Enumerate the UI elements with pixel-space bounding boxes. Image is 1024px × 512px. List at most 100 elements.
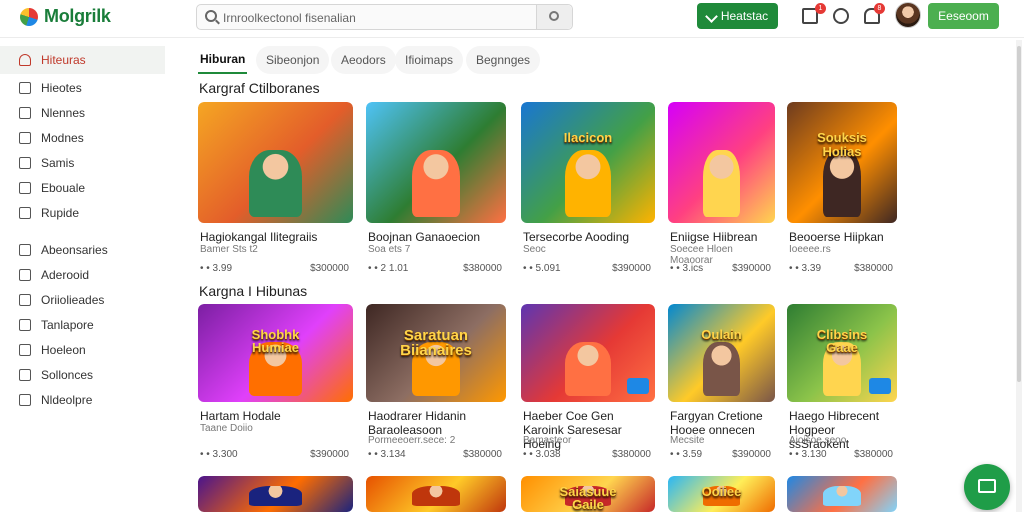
card-thumbnail[interactable] (521, 304, 655, 402)
game-card[interactable]: Clibsins Gaae Haego Hibrecent Hogpeor ssS… (787, 304, 897, 474)
game-card[interactable]: Souksis Holias Beooerse Hiipkan Ioeeee.rs •… (787, 102, 897, 272)
logo-mark-icon (20, 7, 38, 26)
card-thumbnail[interactable] (198, 476, 353, 512)
sidebar-item[interactable]: Ebouale (0, 174, 165, 202)
create-button[interactable]: Heatstac (697, 3, 778, 29)
sidebar-item-label: Oriiolieades (41, 293, 105, 307)
card-rating: • • 3.ics (670, 263, 704, 272)
avatar[interactable] (895, 2, 921, 28)
book-icon (19, 394, 31, 406)
sidebar-item-label: Modnes (41, 131, 84, 145)
card-thumbnail[interactable]: Souksis Holias (787, 102, 897, 223)
search-icon (549, 11, 559, 21)
sidebar-item[interactable]: Oriiolieades (0, 286, 165, 314)
card-art-title: Shobhk Humiae (251, 326, 300, 356)
card-thumbnail[interactable]: Saiasuue Gaile (521, 476, 655, 512)
sidebar-item[interactable]: Sollonces (0, 361, 165, 389)
game-card[interactable]: Saratuan Biianaires Haodrarer Hidanin Bar… (366, 304, 506, 474)
sidebar-item[interactable]: Tanlapore (0, 311, 165, 339)
character-figure (412, 486, 460, 506)
card-thumbnail[interactable]: Oulain (668, 304, 775, 402)
game-card[interactable] (366, 476, 506, 512)
card-art-title: Souksis Holias (817, 130, 867, 159)
game-card[interactable]: Oulain Fargyan Cretione Hooee onnecen Mecs… (668, 304, 775, 474)
card-subtitle: Aioisoe seoo (789, 435, 847, 446)
corner-badge-icon (869, 378, 891, 394)
sidebar-item[interactable]: Modnes (0, 124, 165, 152)
game-card[interactable]: Shobhk Humiae Hartam Hodale Taane Doiio • •… (198, 304, 353, 474)
sidebar-item[interactable]: Samis (0, 149, 165, 177)
logo[interactable]: Molgrilk (20, 6, 111, 27)
sidebar-item-label: Tanlapore (41, 318, 94, 332)
card-subtitle: Bamasteor (523, 435, 572, 446)
card-title[interactable]: Haodrarer Hidanin Baraoleasoon (368, 409, 502, 437)
sidebar-item[interactable]: Abeonsaries (0, 236, 165, 264)
sidebar-item[interactable]: Hieotes (0, 74, 165, 102)
game-card[interactable]: Ooiiee (668, 476, 775, 512)
sidebar-item-label: Samis (41, 156, 75, 170)
card-thumbnail[interactable]: Shobhk Humiae (198, 304, 353, 402)
sidebar-item[interactable]: Hiteuras (0, 46, 165, 74)
character-figure (823, 486, 861, 506)
game-card[interactable]: Eniigse Hiibrean Soecee Hloen Moaoorar • •… (668, 102, 775, 272)
sidebar-item-label: Aderooid (41, 268, 90, 282)
emoji-icon[interactable] (833, 8, 849, 24)
card-price: $380000 (854, 449, 893, 460)
card-thumbnail[interactable] (668, 102, 775, 223)
card-title[interactable]: Eniigse Hiibrean (670, 230, 771, 244)
sidebar-item-label: Nldeolpre (41, 393, 93, 407)
character-figure (249, 150, 302, 217)
card-thumbnail[interactable] (198, 102, 353, 223)
card-thumbnail[interactable]: Clibsins Gaae (787, 304, 897, 402)
sidebar-item[interactable]: Nldeolpre (0, 386, 165, 414)
character-figure (412, 150, 460, 217)
card-thumbnail[interactable] (366, 102, 506, 223)
image-icon (19, 344, 31, 356)
tab[interactable]: Begnnges (466, 46, 541, 74)
game-card[interactable] (787, 476, 897, 512)
notification-badge: 8 (874, 3, 885, 14)
game-card[interactable]: Boojnan Ganaoecion Soa ets 7 • • 2 1.01 $38… (366, 102, 506, 272)
chat-button[interactable] (964, 464, 1010, 510)
sidebar-item-label: Hieotes (41, 81, 82, 95)
game-card[interactable]: Saiasuue Gaile (521, 476, 655, 512)
card-subtitle: Taane Doiio (200, 423, 253, 434)
tab[interactable]: Aeodors (331, 46, 396, 74)
card-title[interactable]: Tersecorbe Aooding (523, 230, 651, 244)
scrollbar-thumb[interactable] (1017, 46, 1021, 382)
box-icon (19, 107, 31, 119)
card-title[interactable]: Hagiokangal Ilitegraiis (200, 230, 349, 244)
diamond-icon (19, 182, 31, 194)
search-button[interactable] (536, 5, 572, 29)
card-title[interactable]: Beooerse Hiipkan (789, 230, 893, 244)
card-art-title: Ilacicon (563, 130, 613, 146)
card-rating: • • 2 1.01 (368, 263, 409, 272)
create-button-label: Heatstac (720, 9, 769, 23)
game-card[interactable]: Haeber Coe Gen Karoink Saresesar Hoeing B… (521, 304, 655, 474)
sidebar-item[interactable]: Hoeleon (0, 336, 165, 364)
sidebar-item[interactable]: Nlennes (0, 99, 165, 127)
section-title: Kargna I Hibunas (199, 283, 308, 299)
card-thumbnail[interactable] (366, 476, 506, 512)
card-thumbnail[interactable]: Saratuan Biianaires (366, 304, 506, 402)
game-card[interactable]: Hagiokangal Ilitegraiis Bamer Sts t2 • • 3… (198, 102, 353, 272)
game-card[interactable] (198, 476, 353, 512)
card-title[interactable]: Hartam Hodale (200, 409, 349, 423)
account-button[interactable]: Eeseoom (928, 3, 999, 29)
circle-icon (19, 207, 31, 219)
sidebar-item[interactable]: Aderooid (0, 261, 165, 289)
card-thumbnail[interactable]: Ooiiee (668, 476, 775, 512)
sidebar: Hiteuras Hieotes Nlennes Modnes Samis Ebouale… (0, 46, 170, 512)
card-thumbnail[interactable] (787, 476, 897, 512)
tab[interactable]: Sibeonjon (256, 46, 330, 74)
card-title[interactable]: Fargyan Cretione Hooee onnecen (670, 409, 771, 437)
sidebar-item[interactable]: Rupide (0, 199, 165, 227)
card-thumbnail[interactable]: Ilacicon (521, 102, 655, 223)
tab[interactable]: Hiburan (198, 46, 248, 74)
card-art-title: Saiasuue Gaile (559, 483, 617, 512)
card-title[interactable]: Boojnan Ganaoecion (368, 230, 502, 244)
game-card[interactable]: Ilacicon Tersecorbe Aooding Seoc • • 5.091 $… (521, 102, 655, 272)
sidebar-item-label: Rupide (41, 206, 80, 220)
tab[interactable]: Ifioimaps (395, 46, 464, 74)
search-input[interactable] (223, 9, 523, 26)
